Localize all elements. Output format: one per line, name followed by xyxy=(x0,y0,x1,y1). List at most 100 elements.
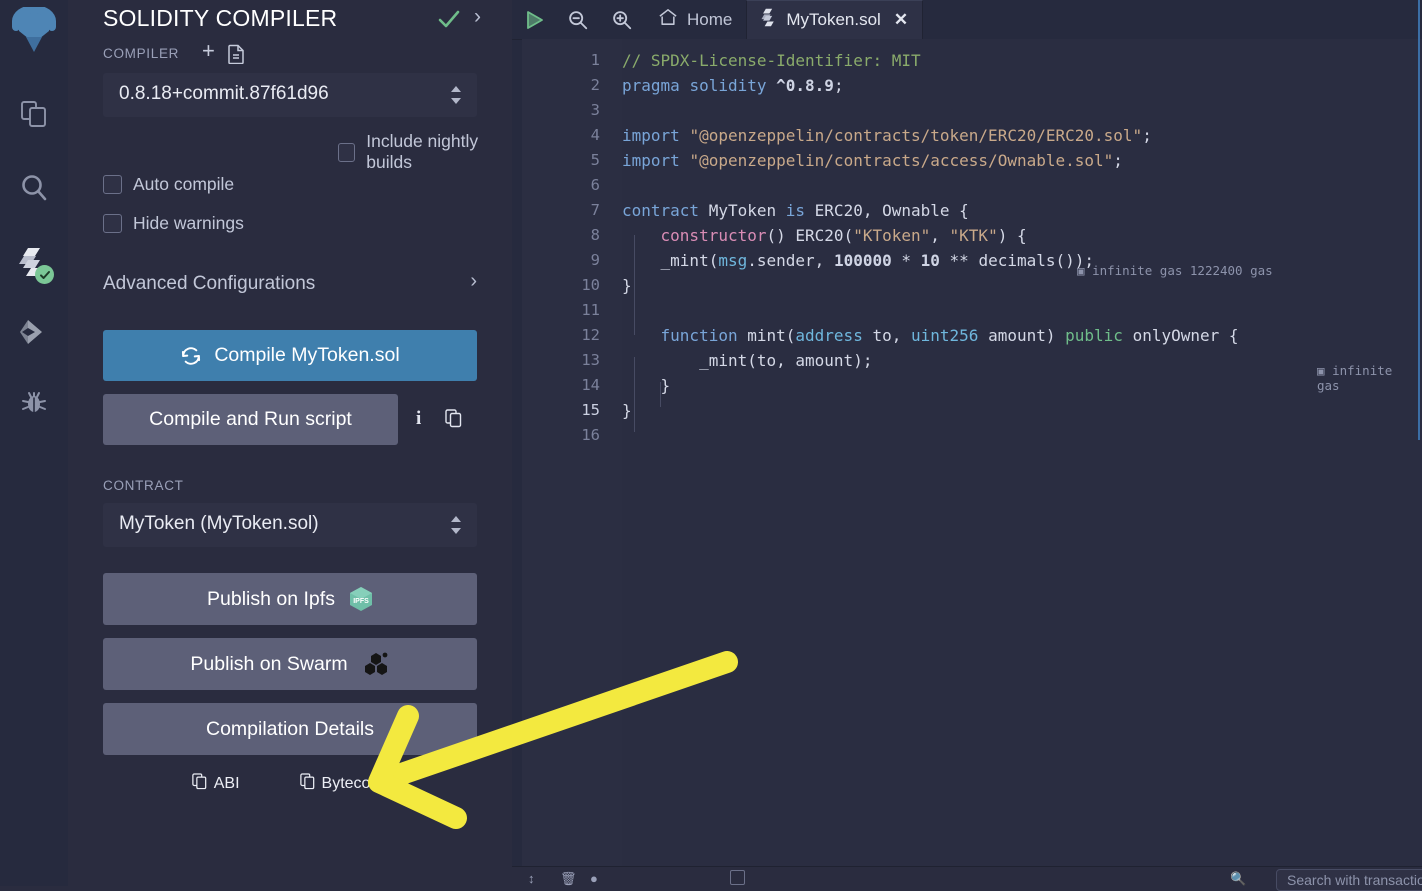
code-token: msg xyxy=(718,251,748,270)
code-line[interactable]: 1 // SPDX-License-Identifier: MIT xyxy=(522,48,1422,73)
code-line[interactable]: 6 xyxy=(522,173,1422,198)
advanced-configurations-toggle[interactable]: Advanced Configurations › xyxy=(103,271,477,295)
code-token: } xyxy=(622,376,671,395)
code-line[interactable]: 8 constructor() ERC20("KToken", "KTK") { xyxy=(522,223,1422,248)
line-number: 11 xyxy=(581,301,600,319)
code-token: MyToken xyxy=(699,201,786,220)
compile-button[interactable]: Compile MyToken.sol xyxy=(103,330,477,381)
code-line[interactable]: 4 import "@openzeppelin/contracts/token/E… xyxy=(522,123,1422,148)
run-script-play-icon[interactable] xyxy=(512,0,556,39)
tab-home-label: Home xyxy=(687,9,733,29)
ipfs-icon: IPFS xyxy=(349,586,373,612)
sidebar-item-deploy-run[interactable] xyxy=(0,300,68,364)
code-token: solidity xyxy=(689,76,767,95)
solidity-compiler-panel: SOLIDITY COMPILER › COMPILER + 0.8.18+co… xyxy=(68,0,512,886)
code-line[interactable]: 7 contract MyToken is ERC20, Ownable { xyxy=(522,198,1422,223)
hide-warnings-row[interactable]: Hide warnings xyxy=(103,213,244,234)
include-nightly-builds-row[interactable]: Include nightly builds xyxy=(338,131,512,173)
close-icon[interactable]: ✕ xyxy=(894,10,908,30)
publish-on-ipfs-button[interactable]: Publish on Ipfs IPFS xyxy=(103,573,477,625)
line-number: 2 xyxy=(590,76,600,94)
remix-logo-icon[interactable] xyxy=(4,4,64,62)
code-token: () ERC20( xyxy=(766,226,854,245)
terminal-search-input[interactable]: Search with transaction hash or address xyxy=(1276,869,1422,891)
code-token: import xyxy=(622,126,680,145)
advanced-chevron-right-icon[interactable]: › xyxy=(470,271,477,291)
activity-bar xyxy=(0,0,69,886)
contract-select-value: MyToken (MyToken.sol) xyxy=(119,513,319,534)
compilation-details-button[interactable]: Compilation Details xyxy=(103,703,477,755)
hide-warnings-checkbox[interactable] xyxy=(103,214,122,233)
code-text: // SPDX-License-Identifier: MIT xyxy=(622,48,921,73)
code-line[interactable]: 3 xyxy=(522,98,1422,123)
solidity-file-icon xyxy=(761,8,777,32)
tab-mytoken-sol[interactable]: MyToken.sol ✕ xyxy=(746,0,924,39)
compile-button-label: Compile MyToken.sol xyxy=(214,344,400,366)
code-line[interactable]: 16 xyxy=(522,423,1422,448)
hide-warnings-label: Hide warnings xyxy=(133,213,244,233)
code-line[interactable]: 14 } xyxy=(522,373,1422,398)
publish-on-swarm-label: Publish on Swarm xyxy=(190,652,348,675)
include-nightly-builds-label: Include nightly builds xyxy=(366,131,479,172)
page-title: SOLIDITY COMPILER xyxy=(103,5,338,31)
code-text: pragma solidity ^0.8.9; xyxy=(622,73,844,98)
zoom-in-icon[interactable] xyxy=(600,0,644,39)
line-number: 10 xyxy=(581,276,600,294)
compile-and-run-script-button[interactable]: Compile and Run script xyxy=(103,394,398,445)
sidebar-item-file-explorer[interactable] xyxy=(0,82,68,146)
terminal-clear-icon[interactable]: 🗑 xyxy=(560,871,577,887)
code-line[interactable]: 13 _mint(to, amount); xyxy=(522,348,1422,373)
copy-abi-icon xyxy=(191,773,207,795)
line-number: 16 xyxy=(581,426,600,444)
copy-abi-button[interactable]: ABI xyxy=(191,773,240,795)
compiler-section-label: COMPILER xyxy=(103,46,180,61)
terminal-expand-icon[interactable]: ↕ xyxy=(528,871,535,886)
zoom-out-icon[interactable] xyxy=(556,0,600,39)
compilation-details-label: Compilation Details xyxy=(206,717,374,740)
contract-select[interactable]: MyToken (MyToken.sol) xyxy=(103,503,477,547)
terminal-pending-icon[interactable]: ● xyxy=(590,871,598,886)
compiler-version-select[interactable]: 0.8.18+commit.87f61d96 xyxy=(103,73,477,117)
sidebar-item-solidity-compiler[interactable] xyxy=(0,230,68,294)
code-line[interactable]: 11 xyxy=(522,298,1422,323)
editor-scroll-indicator[interactable] xyxy=(1418,0,1420,440)
code-token: } xyxy=(622,276,632,295)
code-line[interactable]: 12 function mint(address to, uint256 amo… xyxy=(522,323,1422,348)
gas-estimate-mint: ▣ infinite gas xyxy=(1317,363,1422,393)
code-line[interactable]: 5 import "@openzeppelin/contracts/access/… xyxy=(522,148,1422,173)
panel-expand-chevron-right-icon[interactable]: › xyxy=(474,6,481,27)
swarm-icon xyxy=(362,651,390,677)
sidebar-item-search[interactable] xyxy=(0,156,68,220)
line-number: 12 xyxy=(581,326,600,344)
code-token: ^0.8.9 xyxy=(776,76,834,95)
line-number: 5 xyxy=(590,151,600,169)
code-line[interactable]: 15} xyxy=(522,398,1422,423)
include-nightly-builds-checkbox[interactable] xyxy=(338,142,356,162)
compiler-config-document-icon[interactable] xyxy=(228,44,245,69)
auto-compile-row[interactable]: Auto compile xyxy=(103,174,234,195)
code-token: "KTK" xyxy=(949,226,998,245)
code-token: function xyxy=(660,326,738,345)
publish-on-swarm-button[interactable]: Publish on Swarm xyxy=(103,638,477,690)
sidebar-item-debugger[interactable] xyxy=(0,370,68,434)
code-token: mint( xyxy=(737,326,796,345)
code-token: "@openzeppelin/contracts/access/Ownable.… xyxy=(689,151,1114,170)
code-text: contract MyToken is ERC20, Ownable { xyxy=(622,198,969,223)
auto-compile-checkbox[interactable] xyxy=(103,175,122,194)
add-compiler-plus-icon[interactable]: + xyxy=(202,40,215,62)
code-line[interactable]: 9 _mint(msg.sender, 100000 * 10 ** decim… xyxy=(522,248,1422,273)
code-line[interactable]: 2 pragma solidity ^0.8.9; xyxy=(522,73,1422,98)
copy-icon[interactable] xyxy=(445,409,462,433)
line-number: 9 xyxy=(590,251,600,269)
terminal-bar: ↕ 🗑 ● 🔍 Search with transaction hash or … xyxy=(512,866,1422,891)
line-number: 7 xyxy=(590,201,600,219)
tab-home[interactable]: Home xyxy=(644,0,746,39)
refresh-icon xyxy=(180,345,202,367)
code-line[interactable]: 10} xyxy=(522,273,1422,298)
terminal-listen-checkbox[interactable] xyxy=(730,870,745,885)
info-icon[interactable]: i xyxy=(416,408,421,430)
contract-select-spinner-icon xyxy=(449,515,463,540)
copy-bytecode-button[interactable]: Bytecode xyxy=(299,773,388,795)
